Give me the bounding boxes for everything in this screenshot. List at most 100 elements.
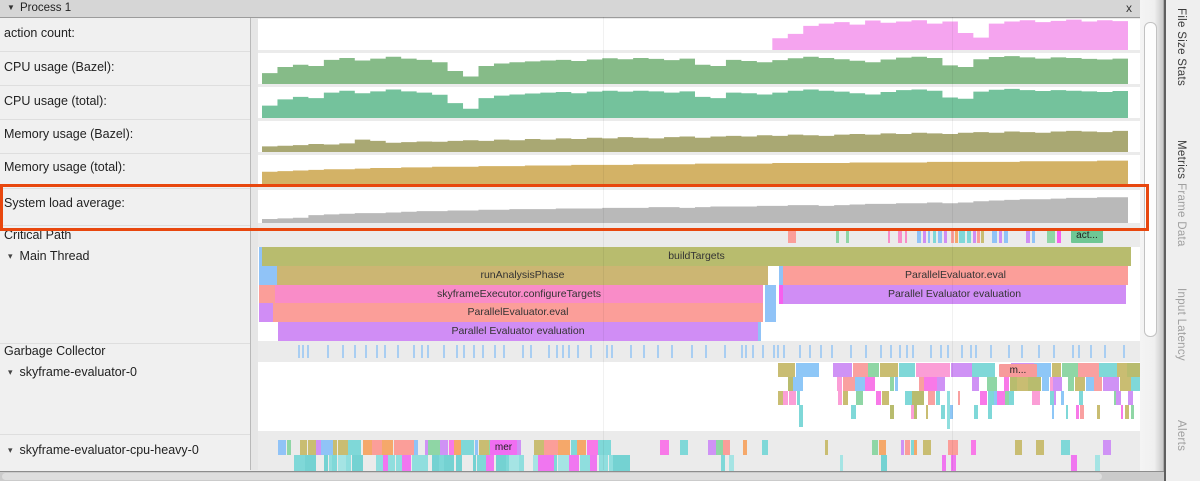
gc-event-slice[interactable]	[611, 345, 613, 358]
cpu-heavy-slice[interactable]	[372, 440, 382, 455]
evaluator0-slice[interactable]	[1042, 377, 1049, 391]
cpu-heavy-slice[interactable]	[923, 440, 931, 455]
critical-path-slice[interactable]	[959, 229, 965, 243]
flame-span[interactable]: Parallel Evaluator evaluation	[278, 322, 758, 341]
collapse-triangle-icon[interactable]: ▼	[7, 3, 15, 12]
gc-event-slice[interactable]	[705, 345, 707, 358]
gc-event-slice[interactable]	[947, 345, 949, 358]
gc-event-slice[interactable]	[503, 345, 505, 358]
process-header[interactable]: ▼ Process 1 x	[0, 0, 1140, 18]
flame-span[interactable]: ParallelEvaluator.eval	[273, 303, 763, 322]
evaluator0-slice[interactable]	[882, 391, 889, 405]
cpu-heavy-slice[interactable]	[538, 455, 548, 471]
gc-event-slice[interactable]	[671, 345, 673, 358]
cpu-heavy-slice[interactable]	[948, 440, 958, 455]
evaluator0-slice[interactable]	[1068, 377, 1074, 391]
evaluator0-slice[interactable]	[1032, 391, 1040, 405]
cpu-heavy-slice[interactable]	[942, 455, 946, 471]
gc-event-slice[interactable]	[522, 345, 524, 358]
cpu-heavy-slice[interactable]	[587, 440, 598, 455]
critical-path-slice[interactable]	[923, 229, 926, 243]
track-label[interactable]: action count:	[4, 26, 75, 40]
gc-event-slice[interactable]	[970, 345, 972, 358]
evaluator0-slice[interactable]	[797, 391, 800, 405]
evaluator0-slice[interactable]	[1125, 405, 1129, 419]
flame-span[interactable]: skyframeExecutor.configureTargets	[275, 285, 763, 304]
cpu-heavy-slice[interactable]	[708, 440, 716, 455]
gc-event-slice[interactable]	[783, 345, 785, 358]
flame-span[interactable]	[259, 285, 275, 304]
critical-path-slice[interactable]	[955, 229, 958, 243]
flame-span[interactable]	[758, 322, 761, 341]
gc-event-slice[interactable]	[1072, 345, 1074, 358]
cpu-heavy-slice[interactable]	[402, 455, 411, 471]
cpu-heavy-slice[interactable]	[660, 440, 669, 455]
gc-event-slice[interactable]	[548, 345, 550, 358]
cpu-heavy-slice[interactable]	[475, 440, 478, 455]
cpu-heavy-slice[interactable]	[901, 440, 904, 455]
evaluator0-slice[interactable]	[916, 363, 930, 377]
cpu-heavy-slice[interactable]	[598, 440, 611, 455]
evaluator0-slice[interactable]	[876, 391, 881, 405]
evaluator0-slice[interactable]	[1066, 405, 1068, 419]
flame-span[interactable]: runAnalysisPhase	[277, 266, 768, 285]
evaluator0-slice[interactable]	[1062, 363, 1078, 377]
cpu-heavy-slice[interactable]	[1015, 440, 1022, 455]
critical-path-slice[interactable]	[905, 229, 907, 243]
cpu-heavy-slice[interactable]	[716, 440, 723, 455]
gc-event-slice[interactable]	[397, 345, 399, 358]
evaluator0-slice[interactable]	[793, 377, 803, 391]
cpu-heavy-slice[interactable]	[363, 440, 372, 455]
evaluator0-slice[interactable]	[1052, 363, 1061, 377]
cpu-heavy-slice[interactable]	[338, 455, 346, 471]
cpu-heavy-slice[interactable]	[444, 455, 454, 471]
evaluator0-slice[interactable]	[1121, 405, 1123, 419]
cpu-heavy-slice[interactable]	[613, 455, 622, 471]
evaluator0-slice[interactable]	[1080, 405, 1084, 419]
cpu-heavy-slice[interactable]	[432, 455, 439, 471]
gc-event-slice[interactable]	[298, 345, 300, 358]
evaluator0-slice[interactable]	[974, 405, 978, 419]
gc-event-slice[interactable]	[1090, 345, 1092, 358]
evaluator0-slice[interactable]	[926, 405, 928, 419]
cpu-heavy-slice[interactable]	[412, 455, 420, 471]
evaluator0-slice[interactable]	[799, 405, 803, 427]
evaluator0-slice[interactable]	[951, 363, 972, 377]
flame-span[interactable]: ParallelEvaluator.eval	[783, 266, 1128, 285]
evaluator0-slice[interactable]	[895, 377, 898, 391]
side-tab-file-size-stats[interactable]: File Size Stats	[1175, 8, 1187, 86]
cpu-heavy-slice[interactable]	[473, 455, 476, 471]
evaluator0-slice[interactable]	[796, 363, 819, 377]
evaluator0-slice[interactable]	[1086, 377, 1094, 391]
gc-event-slice[interactable]	[1104, 345, 1106, 358]
gc-event-slice[interactable]	[1053, 345, 1055, 358]
critical-path-slice[interactable]	[938, 229, 942, 243]
cpu-heavy-slice[interactable]	[461, 440, 474, 455]
critical-path-badge[interactable]: act...	[1071, 229, 1103, 243]
cpu-heavy-slice[interactable]	[348, 440, 361, 455]
evaluator0-slice[interactable]	[868, 363, 879, 377]
cpu-heavy-slice[interactable]	[305, 455, 316, 471]
counter-chart-cpu-usage-bazel[interactable]	[262, 53, 1128, 84]
gc-event-slice[interactable]	[456, 345, 458, 358]
evaluator0-slice[interactable]	[958, 391, 960, 405]
evaluator0-slice[interactable]	[924, 377, 937, 391]
cpu-heavy-slice[interactable]	[914, 440, 917, 455]
cpu-heavy-slice[interactable]	[376, 455, 383, 471]
counter-chart-memory-usage-bazel[interactable]	[262, 121, 1128, 152]
evaluator0-slice[interactable]	[1052, 405, 1054, 419]
cpu-heavy-slice[interactable]	[622, 455, 630, 471]
gc-event-slice[interactable]	[1038, 345, 1040, 358]
gc-event-slice[interactable]	[1123, 345, 1125, 358]
evaluator0-slice[interactable]	[1113, 377, 1119, 391]
cpu-heavy-slice[interactable]	[1061, 440, 1070, 455]
cpu-heavy-slice[interactable]	[743, 440, 747, 455]
gc-event-slice[interactable]	[562, 345, 564, 358]
cpu-heavy-slice[interactable]	[308, 440, 316, 455]
cpu-heavy-slice[interactable]	[428, 440, 440, 455]
cpu-heavy-slice[interactable]	[1095, 455, 1100, 471]
gc-event-slice[interactable]	[831, 345, 833, 358]
critical-path-slice[interactable]	[846, 229, 849, 243]
evaluator0-slice[interactable]	[1131, 405, 1134, 419]
side-tab-metrics[interactable]: Metrics	[1175, 140, 1187, 179]
